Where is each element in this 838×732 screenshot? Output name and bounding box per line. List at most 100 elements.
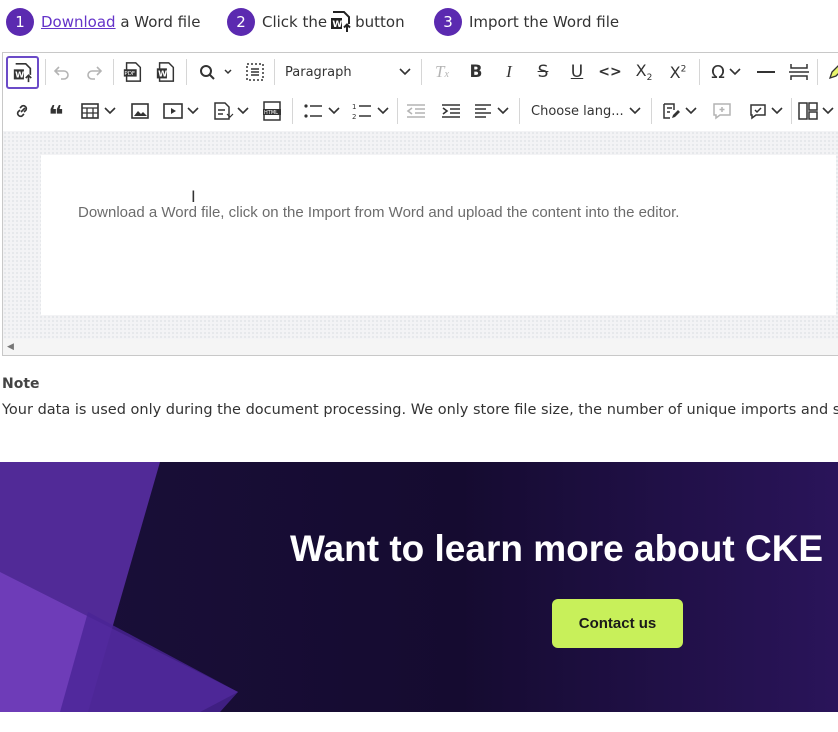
chevron-down-icon: [729, 68, 741, 76]
horizontal-scrollbar[interactable]: ◀: [3, 339, 838, 355]
code-button[interactable]: <>: [597, 59, 623, 85]
select-all-button[interactable]: [242, 59, 268, 85]
download-link[interactable]: Download: [41, 13, 116, 31]
table-icon: [80, 103, 99, 119]
chevron-down-icon: [771, 107, 783, 115]
bold-button[interactable]: B: [463, 59, 489, 85]
step-3-badge: 3: [434, 8, 462, 36]
import-word-icon: W: [329, 10, 353, 34]
image-button[interactable]: [127, 98, 153, 124]
link-button[interactable]: [9, 98, 35, 124]
superscript-button[interactable]: X2: [665, 59, 691, 85]
horizontal-line-icon: [756, 70, 776, 74]
step-1-text: a Word file: [115, 13, 201, 31]
italic-button[interactable]: I: [496, 59, 522, 85]
step-1: 1 Download a Word file: [6, 8, 200, 36]
scroll-left-icon[interactable]: ◀: [7, 342, 14, 352]
banner-heading: Want to learn more about CKE: [290, 528, 824, 569]
step-2-text-after: button: [355, 13, 405, 31]
rich-text-editor: W PDF W Paragraph Tx B I S U <> X2 X2 Ω …: [2, 52, 838, 356]
page-break-button[interactable]: [786, 59, 812, 85]
subscript-icon: X2: [635, 60, 653, 84]
editor-content[interactable]: Download a Word file, click on the Impor…: [78, 204, 679, 221]
layout-button[interactable]: [795, 98, 837, 124]
layout-icon: [798, 102, 818, 120]
step-2-badge: 2: [227, 8, 255, 36]
code-icon: <>: [598, 64, 622, 80]
table-button[interactable]: [77, 98, 119, 124]
media-button[interactable]: [160, 98, 202, 124]
horizontal-line-button[interactable]: [753, 59, 779, 85]
special-characters-button[interactable]: Ω: [705, 59, 747, 85]
html-embed-icon: HTML: [262, 101, 282, 121]
undo-button[interactable]: [49, 59, 75, 85]
language-dropdown[interactable]: Choose lang...: [527, 98, 645, 124]
chevron-down-icon: [822, 107, 834, 115]
editor-page[interactable]: I Download a Word file, click on the Imp…: [41, 155, 836, 315]
underline-button[interactable]: U: [564, 59, 590, 85]
highlight-icon: [826, 62, 838, 82]
chevron-down-icon: [684, 107, 697, 115]
step-2-text-before: Click the: [262, 13, 328, 31]
comments-archive-button[interactable]: [743, 98, 787, 124]
undo-icon: [53, 63, 71, 81]
export-pdf-icon: PDF: [122, 61, 144, 83]
remove-format-button[interactable]: Tx: [429, 59, 455, 85]
track-changes-button[interactable]: [657, 98, 701, 124]
note-text: Your data is used only during the docume…: [2, 402, 838, 418]
strikethrough-button[interactable]: S: [530, 59, 556, 85]
highlight-button[interactable]: [823, 59, 838, 85]
special-characters-icon: Ω: [711, 61, 725, 83]
editing-area: I Download a Word file, click on the Imp…: [3, 131, 838, 341]
bulleted-list-button[interactable]: [299, 98, 343, 124]
indent-button[interactable]: [438, 98, 464, 124]
add-comment-button[interactable]: [709, 98, 735, 124]
bold-icon: B: [469, 62, 483, 82]
heading-dropdown[interactable]: Paragraph: [281, 59, 415, 85]
redo-icon: [85, 63, 103, 81]
numbered-list-icon: 12: [352, 102, 372, 120]
export-word-button[interactable]: W: [153, 59, 179, 85]
alignment-icon: [474, 103, 492, 119]
outdent-button[interactable]: [403, 98, 429, 124]
import-word-button[interactable]: W: [6, 56, 39, 89]
chevron-down-icon: [376, 107, 389, 115]
step-3: 3 Import the Word file: [434, 8, 619, 36]
svg-text:HTML: HTML: [264, 110, 278, 116]
export-word-icon: W: [155, 61, 177, 83]
svg-text:W: W: [158, 69, 167, 79]
step-3-text: Import the Word file: [469, 13, 620, 31]
editor-toolbar: W PDF W Paragraph Tx B I S U <> X2 X2 Ω …: [3, 53, 838, 132]
italic-icon: I: [506, 62, 512, 81]
chevron-down-icon: [327, 107, 340, 115]
language-dropdown-label: Choose lang...: [531, 103, 624, 119]
media-icon: [163, 103, 183, 119]
strikethrough-icon: S: [537, 62, 549, 82]
chevron-down-icon: [187, 107, 199, 115]
note-title: Note: [2, 376, 40, 392]
html-embed-button[interactable]: HTML: [259, 98, 285, 124]
numbered-list-button[interactable]: 12: [348, 98, 392, 124]
find-replace-button[interactable]: [193, 59, 237, 85]
export-pdf-button[interactable]: PDF: [120, 59, 146, 85]
image-icon: [131, 103, 149, 119]
indent-icon: [441, 103, 461, 119]
blockquote-button[interactable]: ❝: [43, 98, 69, 129]
comment-icon: [712, 102, 732, 120]
alignment-button[interactable]: [469, 98, 513, 124]
superscript-icon: X2: [669, 62, 687, 82]
import-word-icon: W: [12, 62, 34, 84]
step-2: 2 Click the W button: [227, 8, 405, 36]
step-1-badge: 1: [6, 8, 34, 36]
chevron-down-icon: [496, 107, 509, 115]
select-all-icon: [245, 62, 265, 82]
chevron-down-icon: [399, 68, 411, 76]
template-button[interactable]: [208, 98, 252, 124]
svg-text:PDF: PDF: [124, 71, 135, 77]
cta-banner: Want to learn more about CKE Contact us: [0, 462, 838, 712]
redo-button[interactable]: [81, 59, 107, 85]
subscript-button[interactable]: X2: [631, 59, 657, 85]
chevron-down-icon: [629, 107, 641, 115]
outdent-icon: [406, 103, 426, 119]
contact-us-button[interactable]: Contact us: [552, 599, 683, 648]
